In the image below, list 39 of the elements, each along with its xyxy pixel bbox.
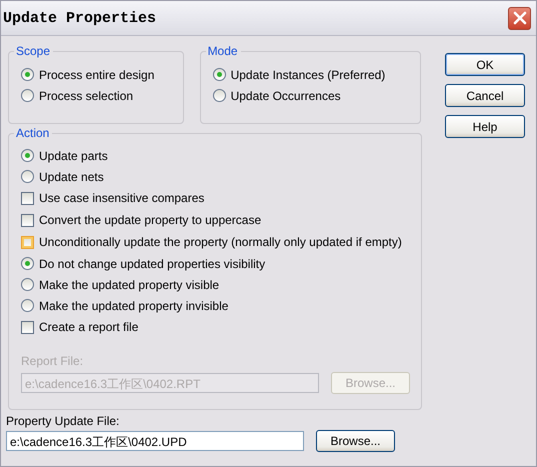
checkbox-label: Use case insensitive compares bbox=[39, 191, 204, 205]
radio-button[interactable] bbox=[21, 278, 34, 291]
radio-label: Make the updated property visible bbox=[39, 278, 220, 292]
field-label: Property Update File: bbox=[6, 414, 120, 428]
checkbox[interactable] bbox=[21, 214, 34, 226]
radio-button[interactable] bbox=[212, 89, 226, 102]
radio-label: Update nets bbox=[39, 170, 104, 184]
radio-label: Update Instances (Preferred) bbox=[230, 68, 386, 82]
group-title: Mode bbox=[206, 44, 241, 58]
group-title: Scope bbox=[14, 44, 54, 58]
radio-label: Process selection bbox=[39, 88, 134, 102]
radio-button[interactable] bbox=[21, 299, 34, 312]
radio-label: Make the updated property invisible bbox=[39, 298, 228, 312]
checkbox-label: Create a report file bbox=[39, 320, 138, 334]
dialog-button[interactable]: Help bbox=[445, 115, 525, 138]
radio-label: Update parts bbox=[39, 148, 108, 162]
dialog-button[interactable]: OK bbox=[445, 53, 525, 76]
close-button[interactable] bbox=[508, 6, 531, 30]
dialog-button[interactable]: Cancel bbox=[445, 84, 525, 107]
radio-label: Process entire design bbox=[39, 68, 154, 82]
checkbox-label: Convert the update property to uppercase bbox=[39, 213, 262, 227]
radio-label: Update Occurrences bbox=[230, 88, 341, 102]
browse-button[interactable]: Browse... bbox=[316, 430, 395, 452]
close-icon bbox=[512, 11, 526, 25]
checkbox[interactable] bbox=[21, 236, 34, 248]
radio-button[interactable] bbox=[212, 68, 226, 81]
radio-button[interactable] bbox=[21, 170, 34, 183]
radio-button[interactable] bbox=[21, 257, 34, 270]
radio-label: Do not change updated properties visibility bbox=[39, 256, 266, 270]
checkbox-label: Unconditionally update the property (normally only updated if empty) bbox=[39, 235, 402, 249]
field-label: Report File: bbox=[21, 354, 84, 368]
radio-button[interactable] bbox=[21, 149, 34, 162]
radio-button[interactable] bbox=[21, 89, 34, 102]
checkbox[interactable] bbox=[21, 320, 34, 334]
checkbox[interactable] bbox=[21, 192, 34, 204]
input-field[interactable]: e:\cadence16.3工作区\0402.UPD bbox=[6, 431, 304, 451]
radio-button[interactable] bbox=[21, 68, 34, 81]
window-title: Update Properties bbox=[3, 10, 156, 26]
group-title: Action bbox=[14, 126, 52, 140]
